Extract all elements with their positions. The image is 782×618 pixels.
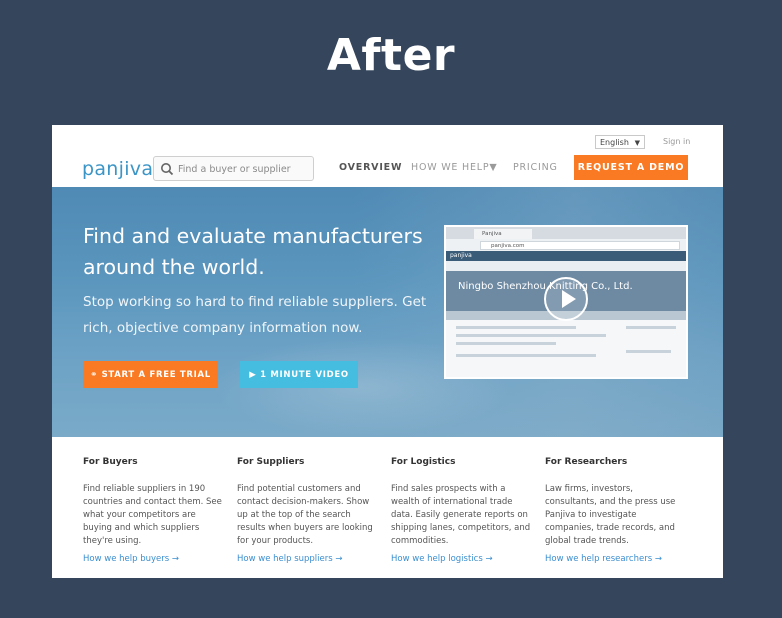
text-line xyxy=(626,326,676,329)
signin-link[interactable]: Sign in xyxy=(663,137,690,146)
column-title: For Suppliers xyxy=(237,457,305,467)
column-link[interactable]: How we help logistics → xyxy=(391,554,493,564)
play-icon: ▶ xyxy=(249,369,261,380)
website-screenshot: English ▼ Sign in panjiva OVERVIEW HOW W… xyxy=(52,125,723,578)
nav-how-we-help[interactable]: HOW WE HELP▼ xyxy=(411,162,498,173)
one-minute-video-button[interactable]: ▶ 1 MINUTE VIDEO xyxy=(240,361,358,388)
chevron-down-icon: ▼ xyxy=(634,139,640,147)
column-link[interactable]: How we help researchers → xyxy=(545,554,662,564)
column-researchers: For Researchers Law firms, investors, co… xyxy=(545,457,685,564)
hero-headline: Find and evaluate manufacturers around t… xyxy=(83,224,423,279)
language-label: English xyxy=(600,138,629,147)
column-text: Find reliable suppliers in 190 countries… xyxy=(83,484,222,546)
nav-overview[interactable]: OVERVIEW xyxy=(339,162,402,173)
play-button-icon[interactable] xyxy=(544,277,588,321)
column-title: For Researchers xyxy=(545,457,628,467)
search-box[interactable] xyxy=(153,156,314,181)
column-suppliers: For Suppliers Find potential customers a… xyxy=(237,457,377,564)
video-button-label: 1 MINUTE VIDEO xyxy=(260,369,349,380)
text-line xyxy=(456,354,596,357)
hero-subheadline: Stop working so hard to find reliable su… xyxy=(83,294,427,336)
request-demo-button[interactable]: REQUEST A DEMO xyxy=(574,155,688,180)
text-line xyxy=(456,326,576,329)
column-link[interactable]: How we help buyers → xyxy=(83,554,179,564)
column-text: Law firms, investors, consultants, and t… xyxy=(545,484,676,546)
text-line xyxy=(456,334,606,337)
text-line xyxy=(456,342,556,345)
search-icon xyxy=(161,163,174,176)
column-text: Find sales prospects with a wealth of in… xyxy=(391,484,531,546)
nav-pricing[interactable]: PRICING xyxy=(513,162,558,173)
trial-button-label: START A FREE TRIAL xyxy=(101,369,211,380)
browser-tab: Panjiva xyxy=(474,229,532,239)
video-player[interactable]: Panjiva panjiva.com panjiva Ningbo Shenz… xyxy=(444,225,688,379)
binoculars-icon: ⚭ xyxy=(90,369,102,380)
language-select[interactable]: English ▼ xyxy=(595,135,645,149)
column-text: Find potential customers and contact dec… xyxy=(237,484,373,546)
column-title: For Buyers xyxy=(83,457,138,467)
browser-url: panjiva.com xyxy=(480,241,680,250)
logo[interactable]: panjiva xyxy=(82,158,153,180)
column-buyers: For Buyers Find reliable suppliers in 19… xyxy=(83,457,223,564)
caption-title: After xyxy=(326,30,456,81)
app-logo: panjiva xyxy=(450,252,472,259)
column-title: For Logistics xyxy=(391,457,456,467)
hero-section: Find and evaluate manufacturers around t… xyxy=(52,187,723,437)
app-header: panjiva xyxy=(446,251,686,261)
start-free-trial-button[interactable]: ⚭ START A FREE TRIAL xyxy=(83,361,218,388)
text-line xyxy=(626,350,671,353)
company-body xyxy=(446,320,686,377)
search-input[interactable] xyxy=(176,160,314,179)
column-logistics: For Logistics Find sales prospects with … xyxy=(391,457,531,564)
column-link[interactable]: How we help suppliers → xyxy=(237,554,343,564)
